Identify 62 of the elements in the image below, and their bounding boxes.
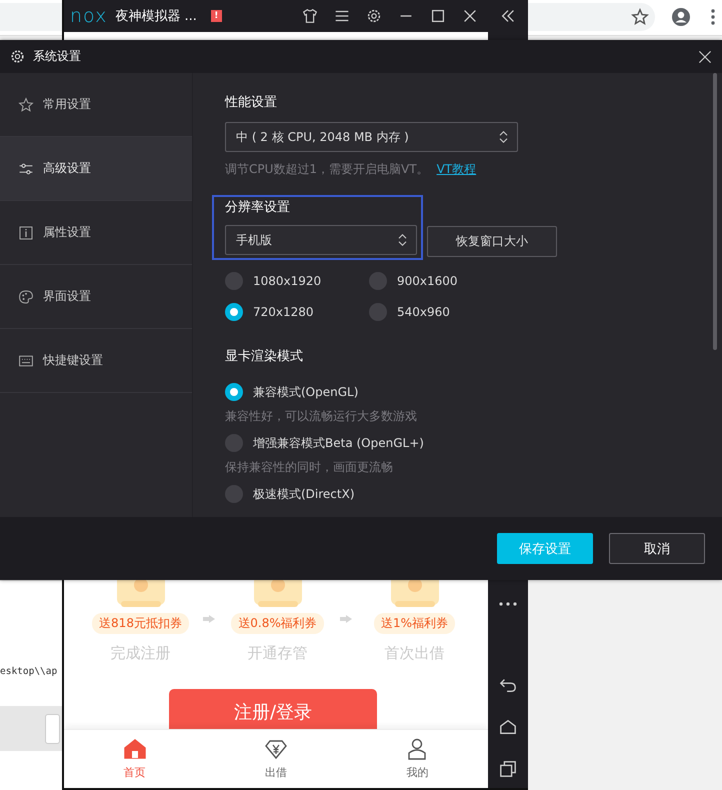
tab[interactable]: 我的 (346, 730, 488, 788)
resolution-select[interactable]: 手机版 (225, 225, 417, 255)
home-icon[interactable] (498, 718, 518, 736)
chevron-updown-icon (499, 130, 508, 144)
recent-apps-icon[interactable] (498, 760, 518, 778)
palette-icon (18, 288, 34, 304)
account-icon[interactable] (671, 7, 691, 27)
radio-button[interactable] (225, 303, 243, 321)
arrow-icon (340, 615, 352, 623)
reward-tag: 送1%福利券 (374, 613, 456, 634)
sidebar-item[interactable]: 快捷键设置 (0, 329, 192, 393)
performance-select[interactable]: 中 ( 2 核 CPU, 2048 MB 内存 ) (225, 122, 518, 152)
radio-button[interactable] (369, 303, 387, 321)
option-label: 900x1600 (397, 274, 458, 288)
radio-button[interactable] (225, 383, 243, 401)
home-icon (122, 737, 147, 761)
scrollbar[interactable] (713, 73, 717, 350)
option-description: 兼容性好，可以流畅运行大多数游戏 (225, 408, 418, 425)
section-heading: 分辨率设置 (225, 199, 290, 216)
logo: nox (70, 5, 108, 27)
restore-window-button[interactable]: 恢复窗口大小 (427, 226, 557, 257)
tab[interactable]: 出借 (205, 730, 347, 788)
option-description: 保持兼容性的同时，画面更流畅 (225, 459, 394, 476)
sidebar-item[interactable]: 属性设置 (0, 201, 192, 265)
tab[interactable]: 首页 (64, 730, 206, 788)
radio-button[interactable] (369, 272, 387, 290)
settings-icon[interactable] (365, 7, 383, 25)
keyboard-icon (18, 352, 34, 368)
info-icon (18, 224, 34, 240)
dialog-title: 系统设置 (33, 48, 81, 65)
reward-tag: 送0.8%福利券 (231, 613, 324, 634)
chevron-updown-icon (398, 233, 407, 247)
arrow-icon (203, 615, 215, 623)
sidebar-item[interactable]: 高级设置 (0, 137, 192, 201)
radio-button[interactable] (225, 434, 243, 452)
path-text: esktop\\ap (0, 666, 58, 677)
section-heading: 显卡渲染模式 (225, 348, 303, 365)
radio-button[interactable] (225, 272, 243, 290)
maximize-icon[interactable] (429, 7, 447, 25)
window-title: 夜神模拟器 ... (115, 8, 197, 25)
input-field[interactable] (45, 714, 60, 744)
option-label: 540x960 (397, 305, 450, 319)
star-icon (18, 96, 34, 112)
sidebar-item[interactable]: 界面设置 (0, 265, 192, 329)
close-icon[interactable] (698, 50, 712, 64)
sliders-icon (18, 160, 34, 176)
settings-icon (10, 49, 25, 64)
option-label: 增强兼容模式Beta (OpenGL+) (253, 434, 424, 452)
bookmark-star-icon[interactable] (631, 8, 649, 26)
reward-tag: 送818元抵扣券 (92, 613, 189, 634)
section-heading: 性能设置 (225, 94, 277, 111)
cancel-button[interactable]: 取消 (609, 533, 705, 564)
more-icon[interactable] (711, 9, 715, 25)
hint-text: 调节CPU数超过1，需要开启电脑VT。 (225, 161, 429, 178)
option-label: 兼容模式(OpenGL) (253, 384, 358, 400)
shirt-icon[interactable] (301, 7, 319, 25)
option-label: 1080x1920 (253, 274, 322, 288)
more-icon[interactable] (498, 601, 518, 607)
option-label: 极速模式(DirectX) (253, 486, 355, 502)
radio-button[interactable] (225, 485, 243, 503)
option-label: 720x1280 (253, 305, 314, 319)
tutorial-link[interactable]: VT教程 (436, 161, 476, 178)
